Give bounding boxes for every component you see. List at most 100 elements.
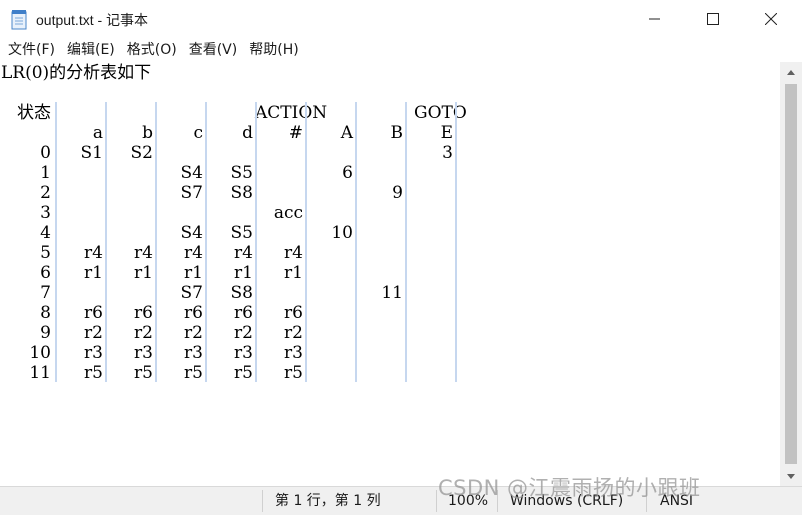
close-button[interactable] xyxy=(742,0,800,38)
menu-edit[interactable]: 编辑(E) xyxy=(61,38,121,62)
state-cell: 11 xyxy=(29,363,51,383)
table-cell: acc xyxy=(273,203,303,223)
state-cell: 10 xyxy=(29,343,51,363)
title-bar: output.txt - 记事本 xyxy=(0,0,802,38)
state-cell: 4 xyxy=(40,223,51,243)
action-column-header: b xyxy=(142,123,153,143)
action-column-header: d xyxy=(242,123,253,143)
table-cell: r4 xyxy=(134,243,153,263)
table-cell: r2 xyxy=(234,323,253,343)
table-cell: r2 xyxy=(184,323,203,343)
watermark-text: CSDN @江震雨扬的小跟班 xyxy=(438,476,701,500)
goto-column-header: E xyxy=(440,123,453,143)
table-cell: 10 xyxy=(331,223,353,243)
table-cell: r1 xyxy=(84,263,103,283)
table-cell: S5 xyxy=(230,223,253,243)
tab-guide-line xyxy=(405,102,407,382)
state-header: 状态 xyxy=(17,103,51,123)
tab-guide-line xyxy=(355,102,357,382)
goto-column-header: A xyxy=(340,123,353,143)
state-cell: 8 xyxy=(40,303,51,323)
table-cell: r1 xyxy=(134,263,153,283)
action-column-header: c xyxy=(193,123,203,143)
table-cell: 11 xyxy=(381,283,403,303)
menu-file[interactable]: 文件(F) xyxy=(2,38,61,62)
table-cell: r6 xyxy=(284,303,303,323)
table-cell: r3 xyxy=(234,343,253,363)
state-cell: 1 xyxy=(40,163,51,183)
minimize-button[interactable] xyxy=(626,0,684,38)
table-cell: S5 xyxy=(230,163,253,183)
state-cell: 6 xyxy=(40,263,51,283)
table-cell: r2 xyxy=(134,323,153,343)
status-divider xyxy=(436,490,437,512)
table-cell: 3 xyxy=(442,143,453,163)
maximize-icon xyxy=(707,13,719,25)
table-cell: r5 xyxy=(84,363,103,383)
table-cell: r3 xyxy=(284,343,303,363)
table-cell: r3 xyxy=(134,343,153,363)
intro-text: LR(0)的分析表如下 xyxy=(1,63,152,83)
table-cell: r4 xyxy=(284,243,303,263)
cursor-position: 第 1 行，第 1 列 xyxy=(275,493,381,509)
minimize-icon xyxy=(649,18,660,20)
table-cell: r1 xyxy=(234,263,253,283)
tab-guide-line xyxy=(455,102,457,382)
table-cell: r1 xyxy=(284,263,303,283)
table-cell: r6 xyxy=(184,303,203,323)
table-cell: r6 xyxy=(134,303,153,323)
text-editor[interactable]: LR(0)的分析表如下 状态 ACTION GOTO a b c d # A B E 0 S1 S2 3 1 S4… xyxy=(0,62,780,486)
table-cell: S8 xyxy=(230,283,253,303)
menu-bar: 文件(F) 编辑(E) 格式(O) 查看(V) 帮助(H) xyxy=(0,38,802,62)
tab-guide-line xyxy=(155,102,157,382)
table-cell: S2 xyxy=(130,143,153,163)
tab-guide-line xyxy=(255,102,257,382)
tab-guide-line xyxy=(305,102,307,382)
table-cell: r1 xyxy=(184,263,203,283)
action-column-header: # xyxy=(288,123,303,143)
table-cell: r5 xyxy=(284,363,303,383)
action-column-header: a xyxy=(92,123,103,143)
goto-column-header: B xyxy=(390,123,404,143)
table-cell: r4 xyxy=(234,243,253,263)
scroll-thumb[interactable] xyxy=(785,84,797,464)
table-cell: r2 xyxy=(284,323,303,343)
table-cell: S4 xyxy=(180,163,203,183)
action-header: ACTION xyxy=(255,103,328,123)
table-cell: r3 xyxy=(84,343,103,363)
state-cell: 0 xyxy=(40,143,51,163)
state-cell: 7 xyxy=(40,283,51,303)
state-cell: 2 xyxy=(40,183,51,203)
table-cell: r4 xyxy=(184,243,203,263)
scroll-down-icon[interactable] xyxy=(780,466,802,486)
menu-view[interactable]: 查看(V) xyxy=(183,38,244,62)
table-cell: S4 xyxy=(180,223,203,243)
table-cell: r5 xyxy=(134,363,153,383)
status-divider xyxy=(262,490,263,512)
menu-help[interactable]: 帮助(H) xyxy=(243,38,304,62)
table-cell: r2 xyxy=(84,323,103,343)
table-cell: r5 xyxy=(184,363,203,383)
table-cell: S7 xyxy=(180,183,203,203)
table-cell: r5 xyxy=(234,363,253,383)
state-cell: 3 xyxy=(40,203,51,223)
menu-format[interactable]: 格式(O) xyxy=(121,38,183,62)
maximize-button[interactable] xyxy=(684,0,742,38)
table-cell: r3 xyxy=(184,343,203,363)
table-cell: S7 xyxy=(180,283,203,303)
window-title: output.txt - 记事本 xyxy=(36,12,149,28)
state-cell: 9 xyxy=(40,323,51,343)
table-cell: r6 xyxy=(234,303,253,323)
tab-guide-line xyxy=(55,102,57,382)
table-cell: S8 xyxy=(230,183,253,203)
table-cell: r6 xyxy=(84,303,103,323)
table-cell: 9 xyxy=(392,183,403,203)
scroll-up-icon[interactable] xyxy=(780,62,802,82)
table-cell: S1 xyxy=(80,143,103,163)
vertical-scrollbar[interactable] xyxy=(780,62,802,486)
table-cell: r4 xyxy=(84,243,103,263)
table-cell: 6 xyxy=(342,163,353,183)
tab-guide-line xyxy=(205,102,207,382)
state-cell: 5 xyxy=(40,243,51,263)
notepad-icon xyxy=(11,9,28,30)
